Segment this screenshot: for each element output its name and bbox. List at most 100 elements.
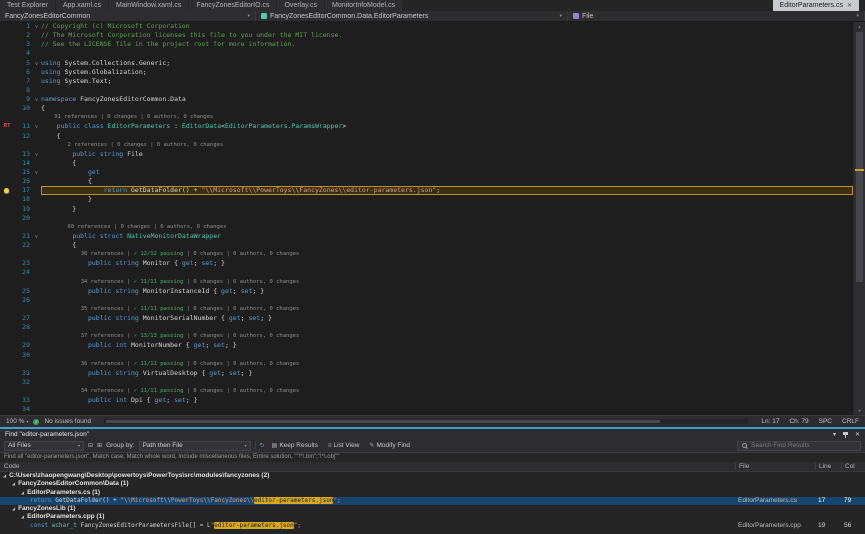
horizontal-scrollbar-thumb[interactable]: [106, 420, 660, 423]
code-text: public string VirtualDesktop { get; set;…: [41, 369, 853, 378]
code-editor[interactable]: 1∨// Copyright (c) Microsoft Corporation…: [0, 22, 865, 415]
group-by-dropdown[interactable]: Path then File ▾: [139, 441, 251, 451]
code-column-header[interactable]: Code: [0, 463, 735, 470]
glyph-margin: [0, 205, 14, 214]
code-text: [41, 268, 853, 277]
test-passing-indicator[interactable]: ✓ 11/11 passing: [134, 388, 184, 394]
keep-results-button[interactable]: ▤ Keep Results: [269, 441, 321, 451]
horizontal-scrollbar[interactable]: [104, 419, 748, 424]
fold-marker[interactable]: ∨: [32, 150, 41, 159]
code-line: 19 }: [0, 205, 853, 214]
find-result-group[interactable]: ◢EditorParameters.cs (1): [0, 489, 865, 497]
pin-icon[interactable]: [843, 431, 848, 438]
code-text: [41, 296, 853, 305]
line-ending-indicator[interactable]: CRLF: [842, 418, 859, 425]
project-dropdown[interactable]: FancyZonesEditorCommon ▾: [0, 11, 256, 21]
test-passing-indicator[interactable]: ✓ 11/11 passing: [134, 306, 184, 312]
tree-expanded-icon[interactable]: ◢: [21, 489, 24, 497]
find-result-row[interactable]: const wchar_t FancyZonesEditorParameters…: [0, 522, 865, 530]
type-dropdown[interactable]: FancyZonesEditorCommon.Data.EditorParame…: [256, 11, 568, 21]
zoom-level: 100 %: [6, 418, 24, 425]
active-document-tab[interactable]: EditorParameters.cs ✕: [773, 0, 859, 11]
files-filter-dropdown[interactable]: All Files ▾: [4, 441, 84, 451]
code-line: 16 {: [0, 177, 853, 186]
line-number: 7: [14, 77, 32, 86]
tree-expanded-icon[interactable]: ◢: [12, 505, 15, 513]
codelens-row: 91 references | 0 changes | 0 authors, 0…: [0, 113, 853, 122]
list-view-button[interactable]: ≡ List View: [325, 441, 362, 451]
find-results-caption[interactable]: Find "editor-parameters.json" ▾ ✕: [0, 427, 865, 439]
line-number: [14, 387, 32, 396]
vertical-scrollbar[interactable]: ▲ ▼: [853, 22, 865, 415]
search-find-results-input[interactable]: [751, 442, 856, 449]
code-text: // See the LICENSE file in the project r…: [41, 40, 853, 49]
window-menu-icon[interactable]: ▾: [833, 431, 836, 438]
fold-marker[interactable]: ∨: [32, 59, 41, 68]
close-tab-icon[interactable]: ✕: [847, 2, 852, 9]
code-text: using System.Globalization;: [41, 68, 853, 77]
find-result-group[interactable]: ◢EditorParameters.cpp (1): [0, 513, 865, 521]
document-tab[interactable]: Test Explorer: [0, 0, 55, 11]
glyph-margin: [0, 40, 14, 49]
document-tab[interactable]: Overlay.cs: [277, 0, 324, 11]
fold-marker: [32, 332, 41, 341]
tree-expanded-icon[interactable]: ◢: [12, 480, 15, 488]
code-text: using System.Text;: [41, 77, 853, 86]
scrollbar-thumb[interactable]: [856, 32, 863, 282]
fold-marker[interactable]: ∨: [32, 232, 41, 241]
fold-marker[interactable]: ∨: [32, 168, 41, 177]
code-line: 1∨// Copyright (c) Microsoft Corporation: [0, 22, 853, 31]
document-tab-bar: Test ExplorerApp.xaml.csMainWindow.xaml.…: [0, 0, 865, 11]
code-line: 23 public string Monitor { get; set; }: [0, 259, 853, 268]
expand-all-icon[interactable]: ⊞: [97, 442, 102, 449]
line-number: 20: [14, 214, 32, 223]
test-passing-indicator[interactable]: ✓ 11/11 passing: [134, 361, 184, 367]
member-dropdown[interactable]: File ▾: [568, 11, 865, 21]
tree-expanded-icon[interactable]: ◢: [21, 513, 24, 521]
glyph-margin: [0, 113, 14, 122]
test-passing-indicator[interactable]: ✓ 12/12 passing: [134, 251, 184, 257]
glyph-margin: [0, 159, 14, 168]
fold-marker[interactable]: ∨: [32, 22, 41, 31]
fold-marker: [32, 49, 41, 58]
search-find-results-box[interactable]: [737, 441, 861, 451]
zoom-control[interactable]: 100 % ▾: [6, 418, 28, 425]
col-column-header[interactable]: Col: [841, 463, 865, 470]
document-tab[interactable]: App.xaml.cs: [56, 0, 108, 11]
health-check-icon: ✓: [33, 419, 39, 425]
tree-expanded-icon[interactable]: ◢: [3, 472, 6, 480]
scroll-up-icon[interactable]: ▲: [854, 22, 865, 31]
find-result-group[interactable]: ◢FancyZonesLib (1): [0, 505, 865, 513]
find-result-row[interactable]: return GetDataFolder() + "\\Microsoft\\P…: [0, 497, 865, 505]
find-results-tree: ◢C:\Users\zhaopengwang\Desktop\powertoys…: [0, 472, 865, 534]
quick-actions-margin[interactable]: [0, 186, 14, 195]
find-result-group[interactable]: ◢FancyZonesEditorCommon\Data (1): [0, 480, 865, 488]
code-line: 28: [0, 323, 853, 332]
code-text: {: [41, 241, 853, 250]
fold-marker: [32, 268, 41, 277]
test-passing-indicator[interactable]: ✓ 11/11 passing: [134, 279, 184, 285]
refresh-icon[interactable]: ↻: [260, 442, 265, 449]
collapse-all-icon[interactable]: ⊟: [88, 442, 93, 449]
line-column-header[interactable]: Line: [815, 463, 841, 470]
scroll-down-icon[interactable]: ▼: [854, 406, 865, 415]
code-line: 32: [0, 378, 853, 387]
glyph-margin: [0, 59, 14, 68]
close-panel-icon[interactable]: ✕: [855, 431, 860, 438]
document-tab[interactable]: MonitorInfoModel.cs: [325, 0, 402, 11]
find-result-group[interactable]: ◢C:\Users\zhaopengwang\Desktop\powertoys…: [0, 472, 865, 480]
document-tab[interactable]: MainWindow.xaml.cs: [109, 0, 188, 11]
lightbulb-icon[interactable]: [4, 188, 9, 193]
fold-marker[interactable]: ∨: [32, 95, 41, 104]
fold-marker[interactable]: ∨: [32, 122, 41, 131]
result-col: 79: [841, 497, 865, 505]
test-passing-indicator[interactable]: ✓ 13/13 passing: [134, 333, 184, 339]
health-status-text[interactable]: No issues found: [44, 418, 91, 425]
document-tab[interactable]: FancyZonesEditorIO.cs: [189, 0, 276, 11]
spaces-indicator[interactable]: SPC: [819, 418, 832, 425]
file-column-header[interactable]: File: [735, 463, 815, 470]
code-text: [41, 378, 853, 387]
glyph-margin: [0, 323, 14, 332]
modify-find-button[interactable]: ✎ Modify Find: [366, 441, 413, 451]
code-text: public string File: [41, 150, 853, 159]
